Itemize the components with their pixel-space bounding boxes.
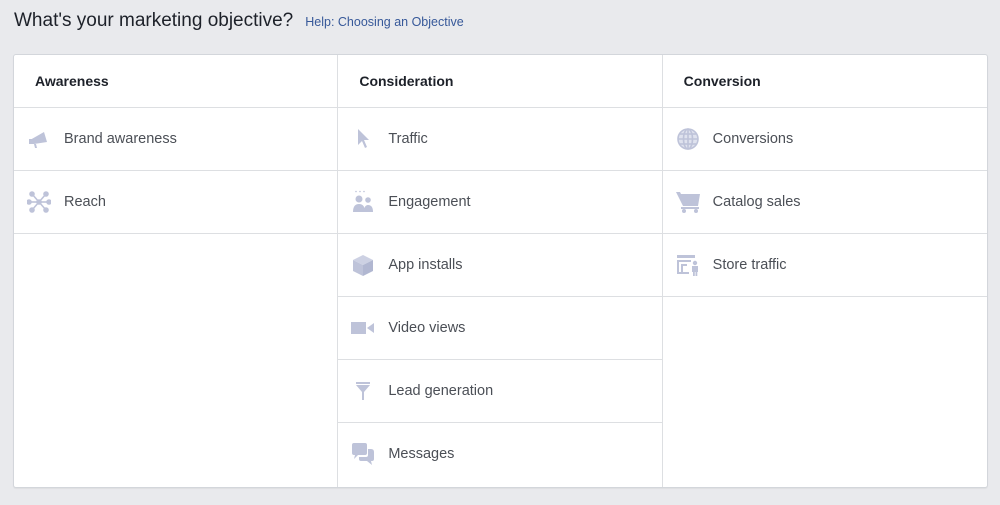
objective-brand-awareness[interactable]: Brand awareness	[14, 108, 338, 171]
megaphone-icon	[26, 127, 52, 151]
reach-network-icon	[26, 190, 52, 214]
objective-label: Catalog sales	[712, 194, 801, 210]
objective-store-traffic[interactable]: Store traffic	[662, 234, 987, 297]
objective-lead-generation[interactable]: Lead generation	[338, 360, 662, 423]
objective-label: Brand awareness	[64, 131, 177, 147]
people-icon	[350, 190, 376, 214]
video-camera-icon	[350, 316, 376, 340]
objectives-panel: Awareness Brand awareness Reach Consider…	[13, 54, 988, 488]
objective-label: Messages	[388, 446, 455, 462]
column-consideration: Consideration Traffic Engagement App ins…	[338, 55, 663, 487]
help-link[interactable]: Help: Choosing an Objective	[305, 15, 463, 29]
column-conversion: Conversion Conversions Catalog sales Sto…	[662, 55, 987, 487]
page-header: What's your marketing objective? Help: C…	[14, 10, 464, 32]
objective-label: Engagement	[388, 194, 471, 210]
globe-icon	[675, 127, 701, 151]
objective-catalog-sales[interactable]: Catalog sales	[662, 171, 987, 234]
funnel-icon	[350, 379, 376, 403]
column-awareness: Awareness Brand awareness Reach	[14, 55, 339, 487]
page-title: What's your marketing objective?	[14, 10, 294, 31]
objective-label: Reach	[64, 194, 106, 210]
column-header: Consideration	[338, 55, 662, 108]
column-header: Awareness	[14, 55, 338, 108]
objective-video-views[interactable]: Video views	[338, 297, 662, 360]
column-header: Conversion	[662, 55, 987, 108]
objective-label: App installs	[388, 257, 463, 273]
objective-label: Store traffic	[712, 257, 787, 273]
objective-messages[interactable]: Messages	[338, 423, 661, 485]
objective-engagement[interactable]: Engagement	[338, 171, 662, 234]
objective-label: Traffic	[388, 131, 428, 147]
chat-bubbles-icon	[350, 442, 376, 466]
objective-traffic[interactable]: Traffic	[338, 108, 662, 171]
objective-label: Lead generation	[388, 383, 494, 399]
objective-app-installs[interactable]: App installs	[338, 234, 662, 297]
objective-label: Conversions	[712, 131, 794, 147]
cursor-icon	[350, 127, 376, 151]
objective-reach[interactable]: Reach	[14, 171, 338, 234]
cart-icon	[675, 190, 701, 214]
store-icon	[675, 253, 701, 277]
objective-label: Video views	[388, 320, 466, 336]
box-icon	[350, 253, 376, 277]
objective-conversions[interactable]: Conversions	[662, 108, 987, 171]
